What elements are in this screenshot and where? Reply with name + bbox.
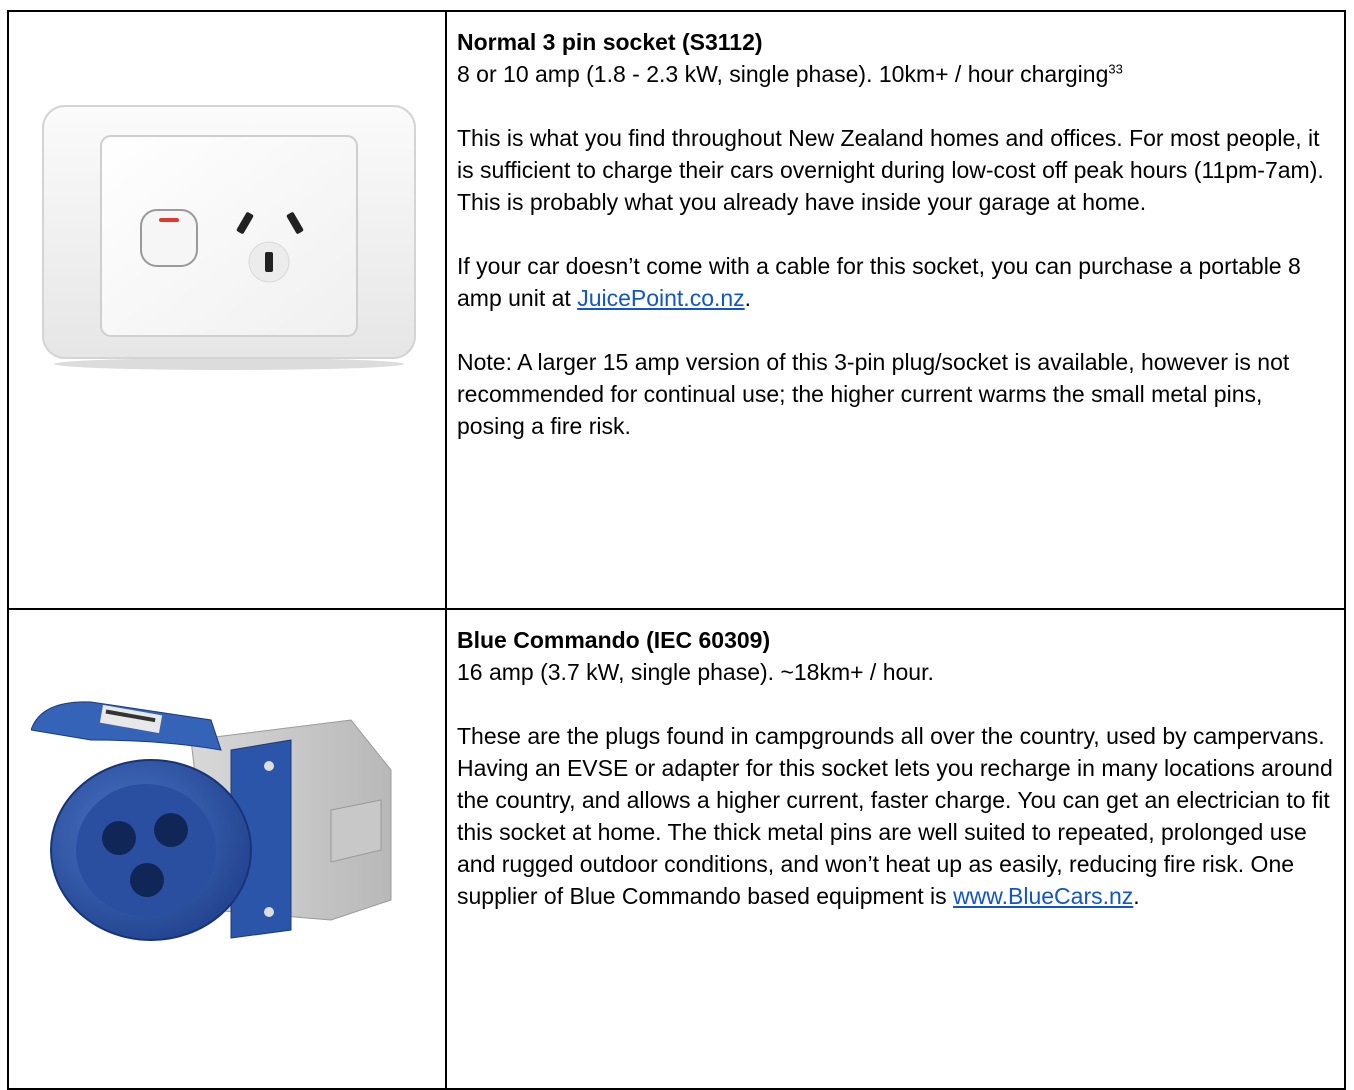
text-cell: Normal 3 pin socket (S3112) 8 or 10 amp …: [445, 10, 1346, 610]
socket-title: Normal 3 pin socket (S3112): [457, 29, 763, 55]
cable-paragraph: If your car doesn’t come with a cable fo…: [457, 250, 1334, 314]
note-paragraph: Note: A larger 15 amp version of this 3-…: [457, 349, 1290, 439]
table-row: Blue Commando (IEC 60309) 16 amp (3.7 kW…: [7, 608, 1346, 1090]
table-row: Normal 3 pin socket (S3112) 8 or 10 amp …: [7, 10, 1346, 610]
image-cell: [7, 608, 447, 1090]
footnote-marker: 33: [1108, 61, 1123, 77]
bluecars-link[interactable]: www.BlueCars.nz: [953, 883, 1133, 909]
text-cell: Blue Commando (IEC 60309) 16 amp (3.7 kW…: [445, 608, 1346, 1090]
description-paragraph: These are the plugs found in campgrounds…: [457, 720, 1334, 912]
three-pin-wall-socket-icon: [42, 105, 416, 370]
description-paragraph: This is what you find throughout New Zea…: [457, 125, 1324, 215]
blue-commando-socket-icon: [31, 701, 392, 941]
socket-table: Normal 3 pin socket (S3112) 8 or 10 amp …: [7, 10, 1346, 1090]
juicepoint-link[interactable]: JuicePoint.co.nz: [577, 285, 744, 311]
socket-title: Blue Commando (IEC 60309): [457, 627, 771, 653]
socket-spec: 16 amp (3.7 kW, single phase). ~18km+ / …: [457, 659, 934, 685]
period: .: [744, 285, 752, 311]
period: .: [1133, 883, 1140, 909]
socket-spec: 8 or 10 amp (1.8 - 2.3 kW, single phase)…: [457, 58, 1334, 90]
spec-text: 8 or 10 amp (1.8 - 2.3 kW, single phase)…: [457, 61, 1109, 87]
description-text: These are the plugs found in campgrounds…: [457, 723, 1333, 909]
image-cell: [7, 10, 447, 610]
